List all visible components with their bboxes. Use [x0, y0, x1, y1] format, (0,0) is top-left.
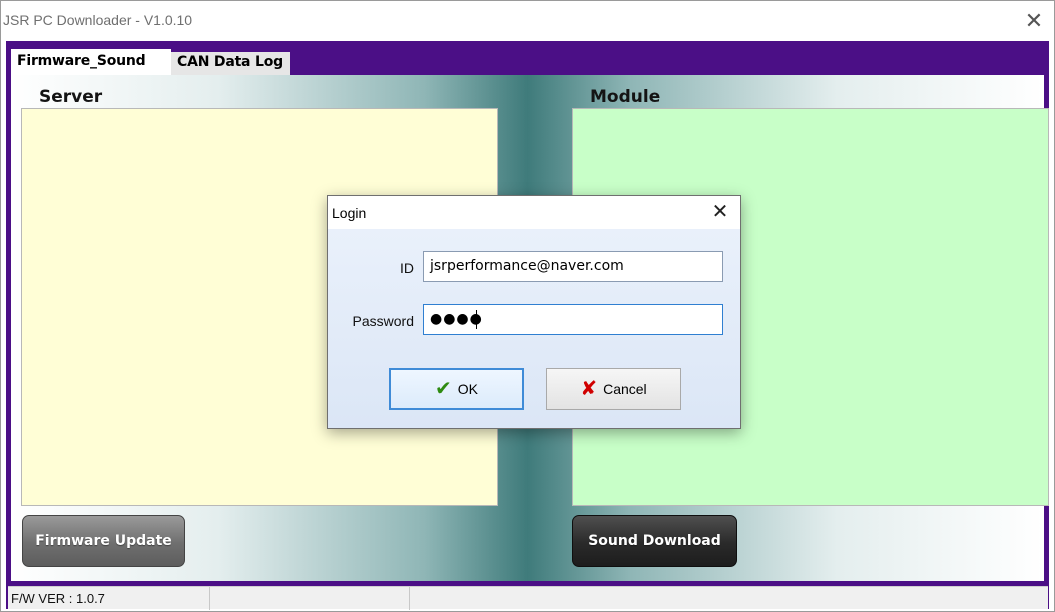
title-bar: JSR PC Downloader - V1.0.10 ✕ — [1, 1, 1054, 41]
dialog-title-bar: Login ✕ — [328, 196, 740, 229]
ok-button[interactable]: ✔ OK — [389, 368, 524, 410]
x-icon: ✘ — [580, 378, 598, 400]
id-label: ID — [400, 260, 414, 276]
window-close-icon[interactable]: ✕ — [1022, 9, 1046, 33]
window-title: JSR PC Downloader - V1.0.10 — [3, 12, 193, 28]
ok-label: OK — [457, 381, 478, 397]
tab-firmware-sound[interactable]: Firmware_Sound — [11, 49, 171, 76]
password-dots: ●●●● — [430, 311, 483, 327]
password-field[interactable]: ●●●● — [423, 304, 723, 335]
server-label: Server — [39, 87, 103, 107]
cancel-button[interactable]: ✘ Cancel — [546, 368, 681, 410]
module-label: Module — [590, 87, 661, 107]
checkmark-icon: ✔ — [435, 378, 452, 400]
firmware-update-button[interactable]: Firmware Update — [22, 515, 185, 567]
cancel-label: Cancel — [603, 381, 647, 397]
sound-download-button[interactable]: Sound Download — [572, 515, 737, 567]
dialog-close-icon[interactable]: ✕ — [708, 200, 732, 224]
text-caret — [476, 310, 477, 329]
status-cell-empty — [210, 587, 410, 610]
status-bar: F/W VER : 1.0.7 — [8, 586, 1048, 610]
password-label: Password — [352, 313, 414, 329]
status-cell-fw-version: F/W VER : 1.0.7 — [8, 587, 210, 610]
id-field[interactable]: jsrperformance@naver.com — [423, 251, 723, 282]
main-window: JSR PC Downloader - V1.0.10 ✕ Firmware_S… — [0, 0, 1055, 612]
fw-version-text: F/W VER : 1.0.7 — [11, 591, 105, 606]
dialog-title: Login — [332, 205, 367, 221]
tab-can-data-log[interactable]: CAN Data Log — [171, 52, 290, 75]
login-dialog: Login ✕ ID jsrperformance@naver.com Pass… — [327, 195, 741, 429]
